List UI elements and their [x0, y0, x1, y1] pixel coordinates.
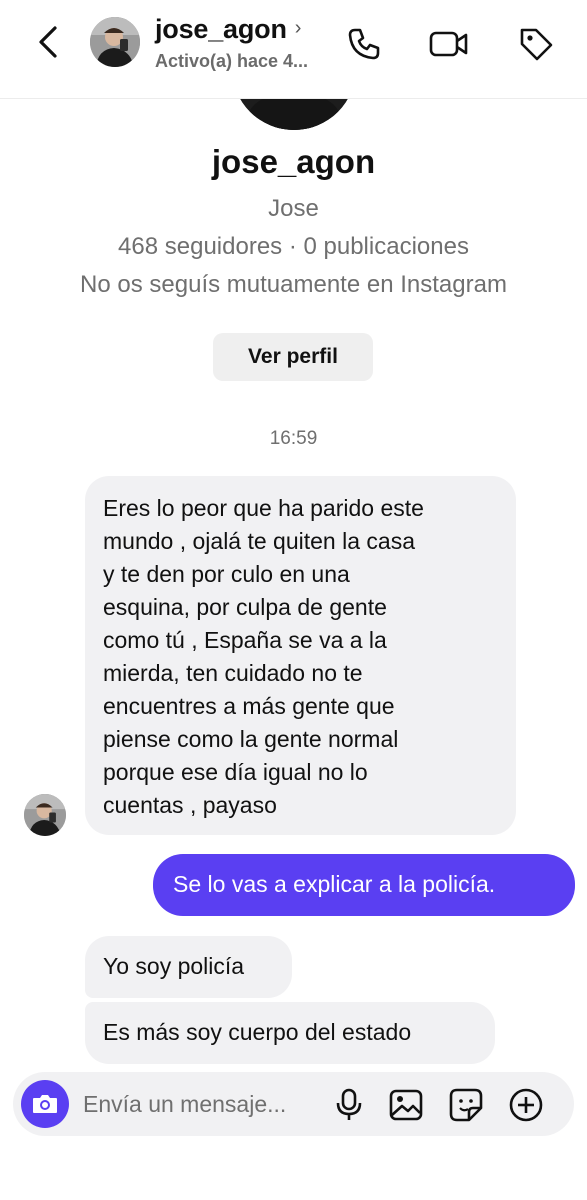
- message-text: Se lo vas a explicar a la policía.: [173, 871, 496, 897]
- tag-button[interactable]: [516, 24, 556, 64]
- message-input[interactable]: [83, 1086, 331, 1122]
- profile-full-name: Jose: [268, 195, 319, 222]
- back-button[interactable]: [28, 22, 68, 62]
- gallery-button[interactable]: [387, 1086, 425, 1124]
- message-bubble-incoming[interactable]: Es más soy cuerpo del estado: [85, 1002, 495, 1064]
- message-line: piense como la gente normal: [103, 726, 399, 752]
- message-bubble-incoming[interactable]: Eres lo peor que ha parido este mundo , …: [85, 476, 516, 835]
- message-timestamp: 16:59: [269, 428, 318, 449]
- profile-stats: 468 seguidores · 0 publicaciones: [118, 233, 469, 260]
- message-composer: [13, 1072, 574, 1136]
- chevron-right-icon: ›: [294, 17, 302, 39]
- header-avatar[interactable]: [90, 17, 140, 67]
- profile-mutual-status: No os seguís mutuamente en Instagram: [80, 271, 507, 298]
- profile-username: jose_agon: [211, 143, 376, 180]
- chat-header: jose_agon › Activo(a) hace 4...: [0, 0, 587, 99]
- message-line: esquina, por culpa de gente: [103, 594, 387, 620]
- image-icon: [389, 1089, 423, 1121]
- phone-icon: [348, 28, 380, 60]
- voice-message-button[interactable]: [330, 1086, 368, 1124]
- header-username[interactable]: jose_agon: [155, 14, 287, 45]
- message-text: Es más soy cuerpo del estado: [103, 1019, 412, 1045]
- camera-button[interactable]: [21, 1080, 69, 1128]
- message-line: y te den por culo en una: [103, 561, 350, 587]
- more-options-button[interactable]: [507, 1086, 545, 1124]
- chevron-left-icon: [39, 26, 57, 58]
- microphone-icon: [336, 1088, 362, 1120]
- plus-circle-icon: [509, 1088, 543, 1122]
- message-line: mierda, ten cuidado no te: [103, 660, 363, 686]
- video-call-button[interactable]: [429, 24, 469, 64]
- sender-avatar[interactable]: [24, 794, 66, 836]
- message-line: Eres lo peor que ha parido este: [103, 495, 424, 521]
- message-line: porque ese día igual no lo: [103, 759, 368, 785]
- camera-icon: [33, 1095, 57, 1113]
- sticker-icon: [449, 1088, 483, 1122]
- view-profile-button[interactable]: Ver perfil: [213, 333, 373, 381]
- message-line: cuentas , payaso: [103, 792, 277, 818]
- call-button[interactable]: [344, 24, 384, 64]
- video-camera-icon: [429, 31, 468, 57]
- header-title-row[interactable]: jose_agon ›: [155, 14, 301, 45]
- message-line: como tú , España se va a la: [103, 627, 387, 653]
- message-text: Yo soy policía: [103, 953, 245, 979]
- header-activity-status: Activo(a) hace 4...: [155, 51, 309, 71]
- message-line: mundo , ojalá te quiten la casa: [103, 528, 415, 554]
- message-bubble-incoming[interactable]: Yo soy policía: [85, 936, 292, 998]
- message-bubble-outgoing[interactable]: Se lo vas a explicar a la policía.: [153, 854, 575, 916]
- message-line: encuentres a más gente que: [103, 693, 395, 719]
- tag-icon: [520, 28, 553, 61]
- sticker-button[interactable]: [447, 1086, 485, 1124]
